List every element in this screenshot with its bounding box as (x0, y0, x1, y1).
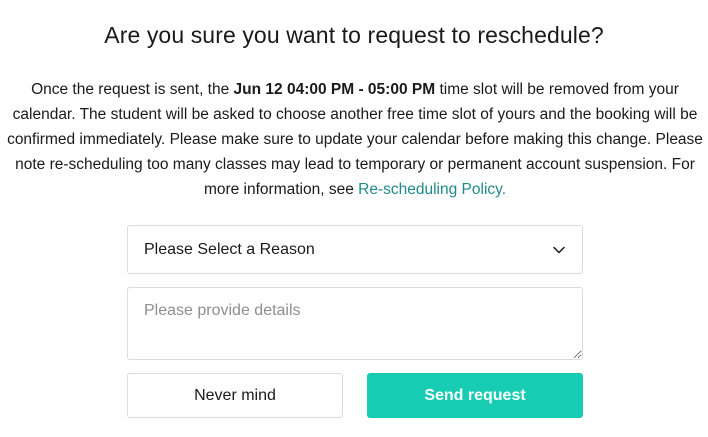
message-intro: Once the request is sent, the (31, 81, 234, 98)
dialog-title: Are you sure you want to request to resc… (104, 22, 604, 48)
reason-select-value: Please Select a Reason (144, 240, 315, 258)
reschedule-dialog: Are you sure you want to request to resc… (0, 0, 708, 437)
chevron-down-icon (552, 243, 566, 257)
never-mind-button[interactable]: Never mind (127, 373, 343, 418)
time-slot: Jun 12 04:00 PM - 05:00 PM (233, 81, 436, 98)
send-request-button[interactable]: Send request (367, 373, 583, 418)
dialog-message: Once the request is sent, the Jun 12 04:… (6, 77, 704, 202)
reason-select[interactable]: Please Select a Reason (127, 225, 583, 274)
message-body: time slot will be removed from your cale… (7, 81, 703, 198)
rescheduling-policy-link[interactable]: Re-scheduling Policy. (358, 181, 506, 198)
details-input[interactable] (127, 287, 583, 360)
